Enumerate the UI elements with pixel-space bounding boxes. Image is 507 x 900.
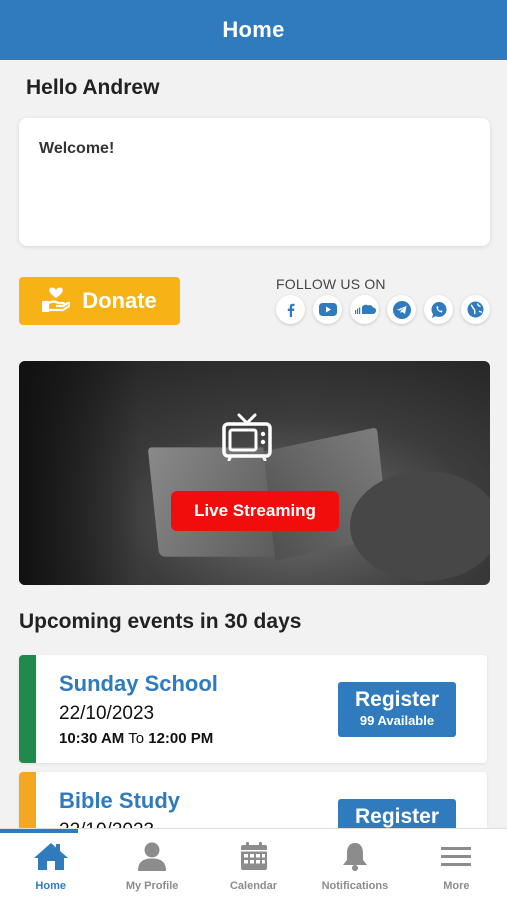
tab-calendar[interactable]: Calendar (203, 829, 304, 900)
event-card[interactable]: Sunday School 22/10/2023 10:30 AM To 12:… (19, 655, 487, 763)
telegram-icon[interactable] (387, 295, 416, 324)
register-button[interactable]: Register 99 Available (338, 682, 456, 737)
tab-label: Home (35, 880, 66, 892)
live-streaming-button[interactable]: Live Streaming (171, 491, 339, 531)
tv-icon (222, 413, 272, 466)
facebook-icon[interactable] (276, 295, 305, 324)
tab-label: My Profile (125, 880, 179, 892)
home-icon (32, 841, 70, 876)
register-label: Register (354, 688, 440, 711)
calendar-icon (239, 841, 269, 876)
donate-button[interactable]: Donate (19, 277, 180, 325)
tab-more[interactable]: More (406, 829, 507, 900)
tab-home[interactable]: Home (0, 829, 101, 900)
bottom-tab-bar: Home My Profile Calendar Notifications M… (0, 828, 507, 900)
user-icon (137, 841, 167, 876)
page-title: Home (222, 17, 285, 42)
events-section-title: Upcoming events in 30 days (19, 610, 302, 633)
tab-my-profile[interactable]: My Profile (101, 829, 202, 900)
event-name: Bible Study (59, 788, 181, 813)
event-date: 22/10/2023 (59, 703, 155, 724)
youtube-icon[interactable] (313, 295, 342, 324)
app-header: Home (0, 0, 507, 60)
hand-heart-icon (42, 286, 71, 317)
event-time: 10:30 AM To 12:00 PM (59, 730, 213, 747)
welcome-text: Welcome! (39, 140, 115, 157)
live-streaming-label: Live Streaming (194, 501, 316, 520)
seats-available: 99 Available (359, 713, 435, 728)
greeting-text: Hello Andrew (26, 76, 160, 99)
event-name: Sunday School (59, 671, 218, 696)
tab-label: Notifications (321, 880, 389, 892)
live-streaming-banner[interactable]: Live Streaming (19, 361, 490, 585)
register-label: Register (354, 805, 440, 828)
event-time-separator: To (128, 730, 145, 747)
social-links (276, 295, 490, 324)
tab-notifications[interactable]: Notifications (304, 829, 405, 900)
tab-label: Calendar (229, 880, 278, 892)
follow-us-label: FOLLOW US ON (276, 276, 386, 292)
event-color-bar (19, 655, 36, 763)
welcome-card: Welcome! (19, 118, 490, 246)
event-start-time: 10:30 AM (59, 730, 125, 747)
bell-icon (340, 841, 370, 876)
soundcloud-icon[interactable] (350, 295, 379, 324)
menu-icon (441, 841, 472, 876)
tab-label: More (443, 880, 470, 892)
event-end-time: 12:00 PM (148, 730, 214, 747)
active-tab-indicator (0, 829, 78, 833)
globe-icon[interactable] (461, 295, 490, 324)
whatsapp-icon[interactable] (424, 295, 453, 324)
donate-label: Donate (82, 288, 157, 313)
